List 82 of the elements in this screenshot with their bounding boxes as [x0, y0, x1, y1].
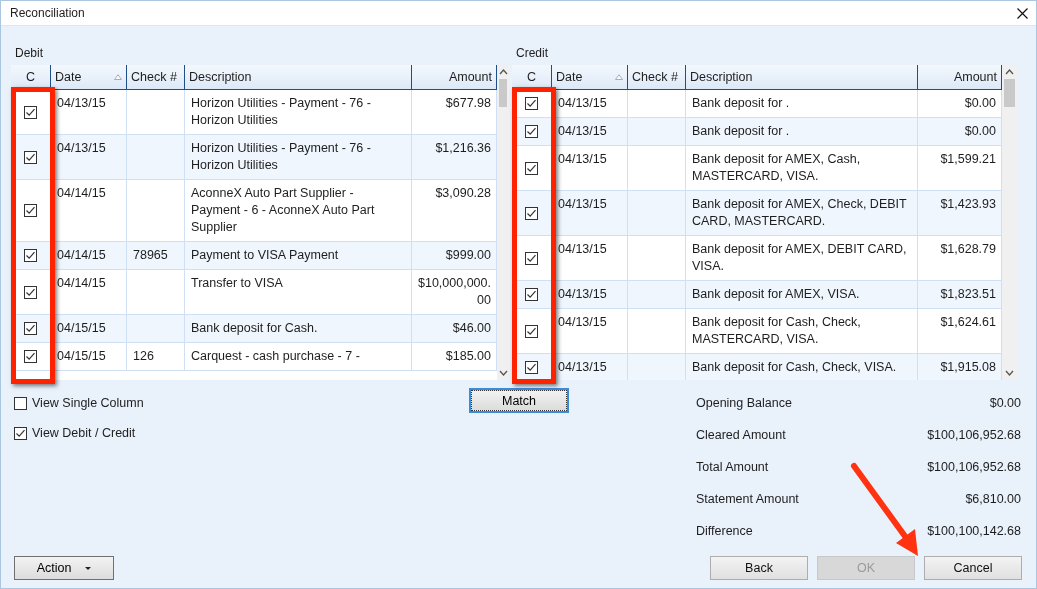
back-button[interactable]: Back — [710, 556, 808, 580]
scrollbar[interactable] — [497, 65, 509, 380]
table-cell: 04/13/15 — [552, 146, 628, 190]
column-header[interactable]: Check # — [628, 65, 686, 89]
match-button[interactable]: Match — [471, 390, 567, 411]
column-header[interactable]: Date — [51, 65, 127, 89]
column-header[interactable]: Check # — [127, 65, 185, 89]
table-cell: Horizon Utilities - Payment - 76 - Horizon Utilities — [185, 135, 412, 179]
checkbox[interactable] — [24, 204, 37, 217]
section-label: Credit — [515, 45, 549, 62]
table-cell: Bank deposit for AMEX, DEBIT CARD, VISA. — [686, 236, 918, 280]
table-cell: Bank deposit for Cash. — [185, 315, 412, 342]
checkbox[interactable] — [24, 322, 37, 335]
table-cell: Payment to VISA Payment — [185, 242, 412, 269]
table-cell: 04/13/15 — [552, 309, 628, 353]
table-cell: Bank deposit for AMEX, Check, DEBIT CARD, MASTERCARD. — [686, 191, 918, 235]
summary-value: $100,106,952.68 — [927, 427, 1021, 444]
checkbox[interactable] — [525, 288, 538, 301]
column-header[interactable]: C — [512, 65, 552, 89]
table-cell: 04/13/15 — [552, 236, 628, 280]
table-cell: Bank deposit for . — [686, 118, 918, 145]
column-header[interactable]: Date — [552, 65, 628, 89]
checkbox[interactable] — [24, 285, 37, 299]
table-cell: 04/13/15 — [51, 135, 127, 179]
checkbox-label: View Debit / Credit — [32, 426, 136, 440]
table-cell: Bank deposit for Cash, Check, VISA. — [686, 354, 918, 380]
checkbox[interactable] — [525, 161, 538, 175]
table-cell: 04/13/15 — [552, 354, 628, 380]
summary-label: Difference — [696, 523, 753, 540]
table-cell: 04/15/15 — [51, 343, 127, 370]
checkbox[interactable] — [24, 249, 37, 262]
summary-label: Opening Balance — [696, 395, 792, 412]
table-cell: 04/13/15 — [51, 90, 127, 134]
summary-label: Cleared Amount — [696, 427, 786, 444]
table-cell: 04/14/15 — [51, 270, 127, 314]
table-cell: 04/13/15 — [552, 90, 628, 117]
summary-value: $100,106,952.68 — [927, 459, 1021, 476]
window-title: Reconciliation — [10, 6, 85, 20]
table-cell: Bank deposit for AMEX, Cash, MASTERCARD, VISA. — [686, 146, 918, 190]
column-header[interactable]: C — [11, 65, 51, 89]
section-label: Debit — [14, 45, 44, 62]
close-icon[interactable] — [1017, 7, 1028, 19]
table-cell: 04/13/15 — [552, 118, 628, 145]
table-cell: AconneX Auto Part Supplier - Payment - 6 - AconneX Auto Part Supplier — [185, 180, 412, 241]
checkbox[interactable] — [525, 361, 538, 374]
summary-label: Statement Amount — [696, 491, 799, 508]
summary-value: $100,100,142.68 — [927, 523, 1021, 540]
checkbox[interactable] — [525, 206, 538, 220]
scroll-thumb[interactable] — [1004, 79, 1015, 107]
table-cell: 78965 — [127, 242, 185, 269]
column-header[interactable]: Description — [686, 65, 918, 89]
checkbox[interactable] — [525, 97, 538, 110]
checkbox[interactable] — [24, 105, 37, 119]
checkbox[interactable] — [24, 350, 37, 363]
scrollbar[interactable] — [1002, 65, 1017, 380]
action-button[interactable]: Action — [14, 556, 114, 580]
checkbox[interactable] — [525, 324, 538, 338]
table-cell: Bank deposit for . — [686, 90, 918, 117]
cancel-button[interactable]: Cancel — [924, 556, 1022, 580]
table-cell: Bank deposit for Cash, Check, MASTERCARD, VISA. — [686, 309, 918, 353]
summary-value: $0.00 — [989, 395, 1021, 412]
table-cell: Horizon Utilities - Payment - 76 - Horizon Utilities — [185, 90, 412, 134]
table-cell: 04/15/15 — [51, 315, 127, 342]
table-cell: 04/13/15 — [552, 281, 628, 308]
table-cell: Bank deposit for AMEX, VISA. — [686, 281, 918, 308]
checkbox[interactable] — [525, 251, 538, 265]
checkbox-label: View Single Column — [32, 396, 144, 410]
summary-label: Total Amount — [696, 459, 769, 476]
table-cell: Transfer to VISA — [185, 270, 412, 314]
checkbox[interactable] — [24, 150, 37, 164]
summary-value: $6,810.00 — [965, 491, 1021, 508]
table-cell: 04/14/15 — [51, 242, 127, 269]
checkbox[interactable] — [525, 125, 538, 138]
caret-icon — [85, 566, 92, 570]
table-cell: Carquest - cash purchase - 7 - — [185, 343, 412, 370]
checkbox[interactable] — [14, 426, 27, 440]
table-cell: 126 — [127, 343, 185, 370]
column-header[interactable]: Description — [185, 65, 412, 89]
table-cell: 04/13/15 — [552, 191, 628, 235]
scroll-thumb[interactable] — [499, 79, 507, 107]
checkbox[interactable] — [14, 396, 27, 410]
table-cell: 04/14/15 — [51, 180, 127, 241]
